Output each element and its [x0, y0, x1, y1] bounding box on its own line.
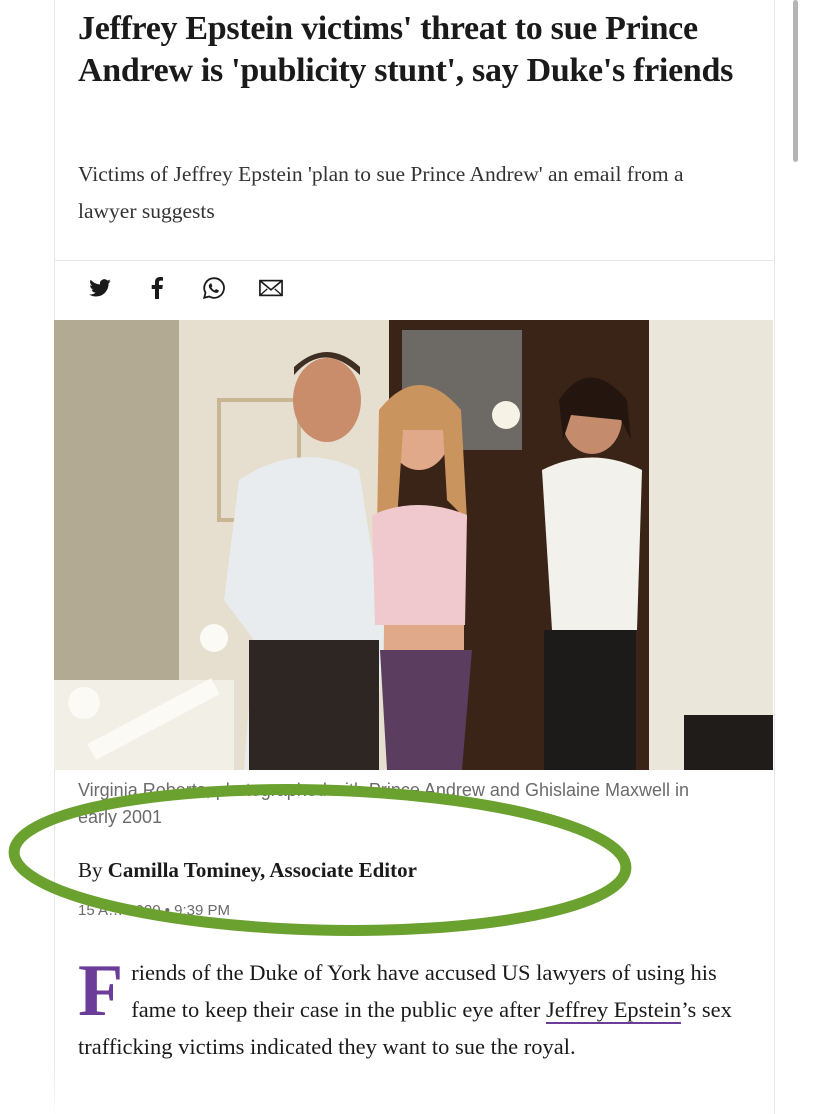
- article-photo: [54, 320, 773, 770]
- email-icon[interactable]: [259, 276, 283, 300]
- drop-cap: F: [78, 950, 124, 1032]
- standfirst: Victims of Jeffrey Epstein 'plan to sue …: [78, 162, 684, 223]
- byline-author[interactable]: Camilla Tominey, Associate Editor: [108, 858, 417, 882]
- byline-prefix: By: [78, 858, 103, 882]
- photo-illustration: [54, 320, 773, 770]
- byline: By Camilla Tominey, Associate Editor: [78, 855, 417, 885]
- divider: [54, 260, 773, 261]
- jeffrey-epstein-link[interactable]: Jeffrey Epstein: [546, 997, 682, 1024]
- whatsapp-icon[interactable]: [202, 276, 226, 300]
- photo-caption: Virginia Roberts, photographed with Prin…: [78, 777, 718, 831]
- headline: Jeffrey Epstein victims' threat to sue P…: [78, 10, 734, 89]
- caption-text: Virginia Roberts, photographed with Prin…: [78, 780, 690, 827]
- dateline: 15 A… 2020 • 9:39 PM: [78, 902, 231, 919]
- scrollbar-thumb[interactable]: [793, 0, 798, 162]
- facebook-icon[interactable]: [145, 276, 169, 300]
- share-bar: [88, 270, 316, 306]
- article-body: Friends of the Duke of York have accused…: [78, 954, 738, 1065]
- twitter-icon[interactable]: [88, 276, 112, 300]
